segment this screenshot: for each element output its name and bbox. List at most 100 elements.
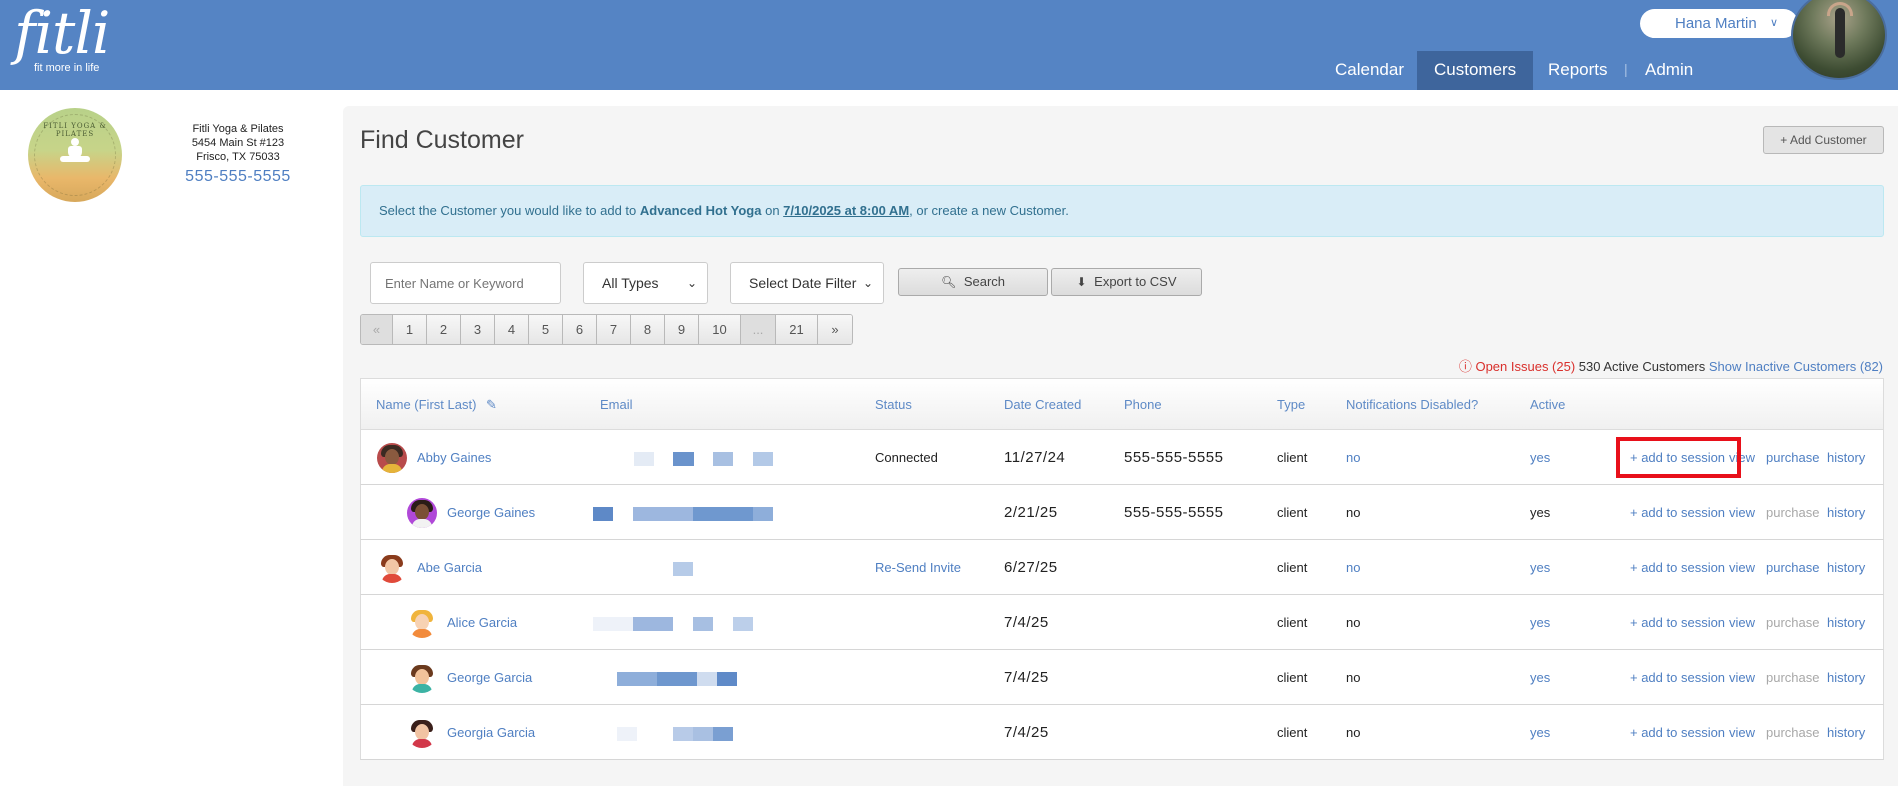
add-to-session-link[interactable]: + add to session bbox=[1630, 650, 1725, 705]
show-inactive-link[interactable]: Show Inactive Customers (82) bbox=[1709, 359, 1883, 374]
purchase-link[interactable]: purchase bbox=[1766, 430, 1819, 485]
history-link[interactable]: history bbox=[1827, 430, 1865, 485]
purchase-link[interactable]: purchase bbox=[1766, 485, 1819, 540]
page-link[interactable]: 4 bbox=[495, 315, 529, 344]
page-link[interactable]: 21 bbox=[776, 315, 818, 344]
customer-type: client bbox=[1277, 560, 1308, 575]
page-link[interactable]: 8 bbox=[631, 315, 665, 344]
col-name-label: Name (First Last) bbox=[376, 397, 477, 412]
date-filter-value: Select Date Filter bbox=[749, 275, 857, 291]
history-link[interactable]: history bbox=[1827, 705, 1865, 760]
email-redacted bbox=[673, 452, 694, 466]
customer-name[interactable]: Abby Gaines bbox=[417, 430, 491, 485]
view-link[interactable]: view bbox=[1729, 485, 1755, 540]
view-link[interactable]: view bbox=[1729, 650, 1755, 705]
history-link[interactable]: history bbox=[1827, 595, 1865, 650]
alert-icon: ⓘ bbox=[1458, 359, 1472, 374]
purchase-link[interactable]: purchase bbox=[1766, 595, 1819, 650]
date-created: 6/27/25 bbox=[1004, 559, 1058, 576]
col-status[interactable]: Status bbox=[875, 379, 912, 431]
nav-reports[interactable]: Reports bbox=[1531, 51, 1625, 90]
page-link[interactable]: 7 bbox=[597, 315, 631, 344]
resend-invite-link[interactable]: Re-Send Invite bbox=[875, 540, 961, 595]
page-link[interactable]: 1 bbox=[393, 315, 427, 344]
studio-phone[interactable]: 555-555-5555 bbox=[160, 168, 316, 186]
highlight-box bbox=[1616, 437, 1741, 478]
notifications-disabled: no bbox=[1346, 725, 1361, 740]
purchase-link[interactable]: purchase bbox=[1766, 540, 1819, 595]
email-redacted bbox=[673, 727, 693, 741]
user-menu[interactable]: Hana Martin ∨ bbox=[1640, 9, 1798, 38]
customer-status: Connected bbox=[875, 450, 938, 465]
active-flag[interactable]: yes bbox=[1530, 430, 1550, 485]
notifications-disabled[interactable]: no bbox=[1346, 540, 1360, 595]
download-icon: ⬇ bbox=[1076, 275, 1087, 289]
active-flag[interactable]: yes bbox=[1530, 705, 1550, 760]
col-active[interactable]: Active bbox=[1530, 379, 1565, 431]
view-link[interactable]: view bbox=[1729, 540, 1755, 595]
studio-address-line1: 5454 Main St #123 bbox=[191, 137, 285, 149]
nav-admin[interactable]: Admin bbox=[1628, 51, 1710, 90]
add-to-session-link[interactable]: + add to session bbox=[1630, 595, 1725, 650]
history-link[interactable]: history bbox=[1827, 485, 1865, 540]
search-icon: 🔍︎ bbox=[940, 275, 957, 289]
nav-calendar[interactable]: Calendar bbox=[1318, 51, 1421, 90]
active-flag[interactable]: yes bbox=[1530, 650, 1550, 705]
customer-name[interactable]: Alice Garcia bbox=[447, 595, 517, 650]
purchase-link[interactable]: purchase bbox=[1766, 705, 1819, 760]
col-type[interactable]: Type bbox=[1277, 379, 1305, 431]
page-prev[interactable]: « bbox=[361, 315, 393, 344]
page-title: Find Customer bbox=[360, 126, 524, 154]
history-link[interactable]: history bbox=[1827, 540, 1865, 595]
table-row: Alice Garcia 7/4/25 client no yes + add … bbox=[360, 595, 1884, 650]
col-phone[interactable]: Phone bbox=[1124, 379, 1162, 431]
notice-datetime[interactable]: 7/10/2025 at 8:00 AM bbox=[783, 203, 909, 218]
notifications-disabled[interactable]: no bbox=[1346, 430, 1360, 485]
col-email[interactable]: Email bbox=[600, 379, 633, 431]
col-name[interactable]: Name (First Last) ✎ bbox=[376, 379, 497, 431]
page-link[interactable]: 6 bbox=[563, 315, 597, 344]
page-link[interactable]: 5 bbox=[529, 315, 563, 344]
customer-name[interactable]: George Gaines bbox=[447, 485, 535, 540]
notifications-disabled: no bbox=[1346, 505, 1361, 520]
chevron-down-icon: ⌄ bbox=[862, 276, 873, 290]
view-link[interactable]: view bbox=[1729, 595, 1755, 650]
nav-customers[interactable]: Customers bbox=[1417, 51, 1534, 90]
history-link[interactable]: history bbox=[1827, 650, 1865, 705]
search-input[interactable] bbox=[370, 262, 561, 304]
customer-type: client bbox=[1277, 505, 1308, 520]
export-csv-button[interactable]: ⬇ Export to CSV bbox=[1051, 268, 1202, 296]
active-flag: yes bbox=[1530, 505, 1551, 520]
page-link[interactable]: 10 bbox=[699, 315, 741, 344]
add-customer-button[interactable]: + Add Customer bbox=[1763, 126, 1884, 154]
active-flag[interactable]: yes bbox=[1530, 595, 1550, 650]
studio-logo-text: FITLI YOGA & PILATES bbox=[43, 122, 107, 138]
page-ellipsis: ... bbox=[741, 315, 776, 344]
page-link[interactable]: 2 bbox=[427, 315, 461, 344]
customer-name[interactable]: Georgia Garcia bbox=[447, 705, 535, 760]
active-flag[interactable]: yes bbox=[1530, 540, 1550, 595]
page-link[interactable]: 9 bbox=[665, 315, 699, 344]
view-link[interactable]: view bbox=[1729, 705, 1755, 760]
col-date-created[interactable]: Date Created bbox=[1004, 379, 1081, 431]
customer-name[interactable]: George Garcia bbox=[447, 650, 532, 705]
add-to-session-link[interactable]: + add to session bbox=[1630, 705, 1725, 760]
search-button[interactable]: 🔍︎ Search bbox=[898, 268, 1048, 296]
customer-type: client bbox=[1277, 615, 1308, 630]
pagination: « 1 2 3 4 5 6 7 8 9 10 ... 21 » bbox=[360, 314, 853, 345]
page-link[interactable]: 3 bbox=[461, 315, 495, 344]
email-redacted bbox=[593, 617, 633, 631]
type-select[interactable]: All Types ⌄ bbox=[583, 262, 708, 304]
customer-phone: 555-555-5555 bbox=[1124, 449, 1224, 466]
studio-logo: FITLI YOGA & PILATES bbox=[28, 108, 122, 202]
email-redacted bbox=[634, 452, 654, 466]
customer-name[interactable]: Abe Garcia bbox=[417, 540, 482, 595]
add-to-session-link[interactable]: + add to session bbox=[1630, 540, 1725, 595]
purchase-link[interactable]: purchase bbox=[1766, 650, 1819, 705]
open-issues-link[interactable]: Open Issues (25) bbox=[1475, 359, 1575, 374]
page-next[interactable]: » bbox=[818, 315, 852, 344]
date-filter-select[interactable]: Select Date Filter ⌄ bbox=[730, 262, 884, 304]
add-to-session-link[interactable]: + add to session bbox=[1630, 485, 1725, 540]
col-notifications[interactable]: Notifications Disabled? bbox=[1346, 379, 1478, 431]
pencil-icon[interactable]: ✎ bbox=[486, 397, 497, 412]
